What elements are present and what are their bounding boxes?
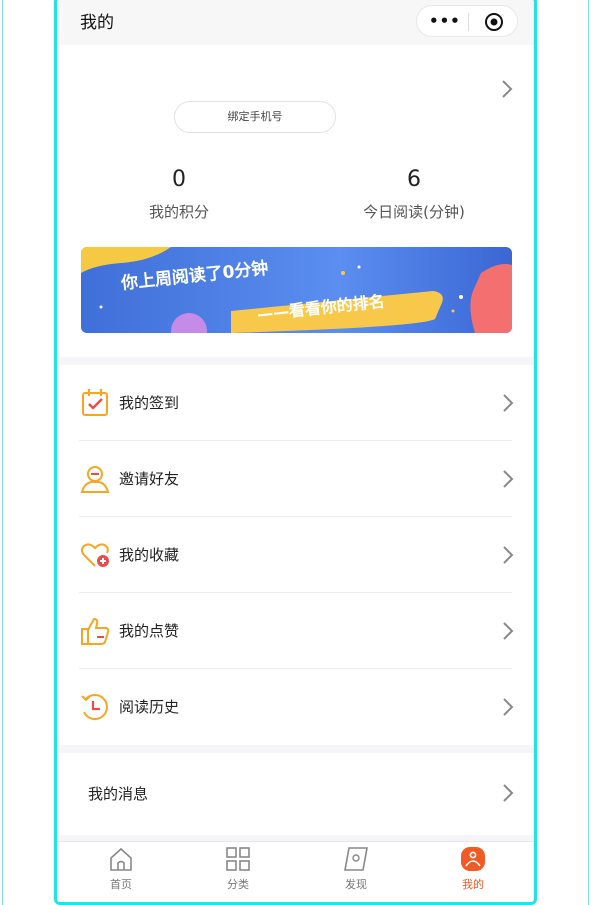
left-guide-line — [2, 0, 3, 905]
my-messages-label: 我的消息 — [88, 785, 149, 803]
reading-time-stat[interactable]: 6 今日阅读(分钟) — [334, 167, 494, 222]
tab-label: 发现 — [345, 878, 367, 891]
menu-item-label: 阅读历史 — [119, 698, 180, 716]
my-messages-row[interactable]: 我的消息 — [57, 753, 534, 835]
heart-plus-icon — [81, 543, 109, 567]
menu-item-favorites[interactable]: 我的收藏 — [57, 517, 534, 593]
tab-label: 我的 — [462, 878, 484, 891]
menu-item-label: 我的点赞 — [119, 622, 180, 640]
more-options-icon[interactable]: ••• — [429, 11, 460, 31]
discover-icon — [344, 847, 368, 871]
chevron-right-icon — [503, 470, 514, 488]
menu-item-likes[interactable]: 我的点赞 — [57, 593, 534, 669]
bottom-tab-bar: 首页 分类 发现 我的 — [57, 841, 534, 902]
person-icon — [80, 466, 110, 493]
reading-time-label: 今日阅读(分钟) — [363, 203, 465, 221]
points-stat[interactable]: 0 我的积分 — [99, 167, 259, 222]
page-title: 我的 — [80, 13, 114, 33]
clock-history-icon — [81, 694, 108, 721]
chevron-right-icon — [503, 784, 514, 802]
chevron-right-icon — [503, 622, 514, 640]
capsule-divider — [468, 13, 469, 31]
close-target-icon[interactable] — [484, 12, 504, 32]
top-navigation-bar: 我的 ••• — [57, 0, 534, 45]
tab-mine[interactable]: 我的 — [433, 846, 513, 898]
phone-frame: 我的 ••• 绑定手机号 0 我的积分 6 今日阅读(分钟) 你上周阅读了0分钟… — [54, 0, 537, 905]
mini-program-capsule: ••• — [416, 5, 518, 37]
menu-item-label: 我的收藏 — [119, 546, 180, 564]
menu-item-invite-friends[interactable]: 邀请好友 — [57, 441, 534, 517]
menu-item-reading-history[interactable]: 阅读历史 — [57, 669, 534, 745]
tab-label: 首页 — [110, 878, 132, 891]
menu-item-label: 邀请好友 — [119, 470, 180, 488]
grid-icon — [226, 847, 250, 871]
profile-icon — [461, 847, 485, 871]
home-icon — [110, 847, 132, 871]
menu-item-sign-in[interactable]: 我的签到 — [57, 365, 534, 441]
thumbs-up-icon — [81, 617, 110, 645]
chevron-right-icon — [503, 546, 514, 564]
tab-categories[interactable]: 分类 — [198, 846, 278, 898]
tab-discover[interactable]: 发现 — [316, 846, 396, 898]
tab-label: 分类 — [227, 878, 249, 891]
chevron-right-icon — [503, 394, 514, 412]
feature-menu: 我的签到 邀请好友 我的收藏 我的点赞 阅读历史 — [57, 365, 534, 745]
bind-phone-button[interactable]: 绑定手机号 — [174, 101, 336, 133]
menu-item-label: 我的签到 — [119, 394, 180, 412]
chevron-right-icon — [503, 698, 514, 716]
calendar-check-icon — [82, 389, 108, 416]
points-label: 我的积分 — [148, 203, 209, 221]
weekly-reading-banner[interactable]: 你上周阅读了0分钟 ——看看你的排名 — [81, 247, 512, 333]
right-guide-line — [588, 0, 589, 905]
tab-home[interactable]: 首页 — [81, 846, 161, 898]
profile-chevron-right-icon[interactable] — [498, 79, 516, 99]
profile-card: 绑定手机号 0 我的积分 6 今日阅读(分钟) 你上周阅读了0分钟 ——看看你的… — [57, 45, 534, 357]
points-value: 0 — [172, 167, 186, 192]
reading-time-value: 6 — [407, 167, 421, 192]
